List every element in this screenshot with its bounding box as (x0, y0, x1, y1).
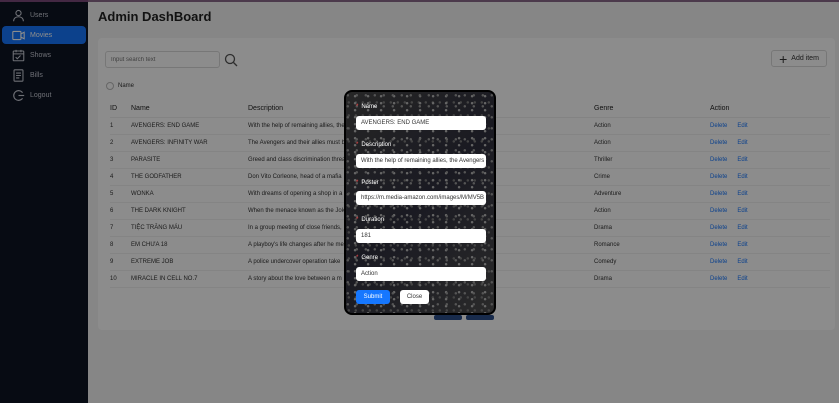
required-asterisk: * (356, 142, 359, 148)
genre-label: * Genre (356, 255, 379, 261)
duration-label: * Duration (356, 217, 385, 223)
required-asterisk: * (356, 217, 359, 223)
description-field[interactable]: With the help of remaining allies, the A… (356, 154, 486, 168)
name-label: * Name (356, 104, 378, 110)
close-button[interactable]: Close (400, 290, 429, 304)
poster-label: * Poster (356, 180, 379, 186)
required-asterisk: * (356, 180, 359, 186)
required-asterisk: * (356, 104, 359, 110)
description-label: * Description (356, 142, 392, 148)
poster-field[interactable]: https://m.media-amazon.com/images/M/MV5B (356, 191, 486, 205)
genre-field[interactable]: Action (356, 267, 486, 281)
duration-field[interactable]: 181 (356, 229, 486, 243)
required-asterisk: * (356, 255, 359, 261)
name-field[interactable]: AVENGERS: END GAME (356, 116, 486, 130)
edit-movie-modal: * Name AVENGERS: END GAME * Description Wi… (344, 90, 496, 315)
submit-button[interactable]: Submit (356, 290, 390, 304)
